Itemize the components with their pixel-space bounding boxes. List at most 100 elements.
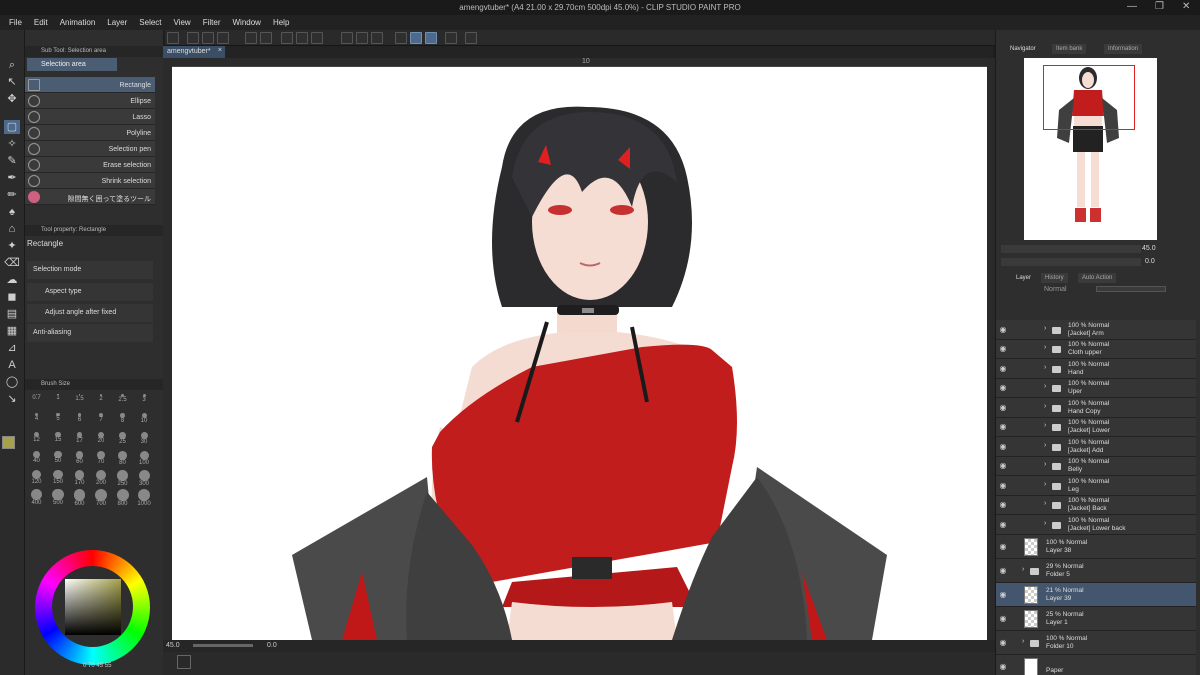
brush-size-preset[interactable]: 2: [94, 394, 109, 409]
brush-size-preset[interactable]: 250: [115, 470, 130, 487]
menu-edit[interactable]: Edit: [34, 18, 48, 27]
visibility-eye-icon[interactable]: ◉: [998, 325, 1008, 335]
zoom-readout[interactable]: 45.0: [166, 642, 180, 649]
decoration-tool-icon[interactable]: ✦: [4, 239, 20, 253]
expand-folder-chevron-icon[interactable]: ›: [1044, 422, 1046, 429]
brush-size-preset[interactable]: 300: [137, 470, 152, 487]
airbrush-tool-icon[interactable]: ⌂: [4, 222, 20, 236]
main-color-swatch[interactable]: [2, 436, 15, 449]
blend-mode-select[interactable]: Normal: [1044, 286, 1067, 293]
brush-size-preset[interactable]: 1.5: [72, 394, 87, 409]
loading-icon[interactable]: [281, 32, 293, 44]
layer-row[interactable]: ◉ Paper: [996, 654, 1196, 675]
layer-row[interactable]: ◉ › 100 % Normal Folder 10: [996, 630, 1196, 655]
brush-size-preset[interactable]: 2.5: [115, 394, 130, 409]
brush-size-preset[interactable]: 800: [115, 489, 130, 507]
navigator-zoom-slider[interactable]: [1001, 245, 1141, 253]
canvas[interactable]: [172, 67, 987, 640]
brush-size-preset[interactable]: 17: [72, 432, 87, 447]
brush-size-preset[interactable]: 120: [29, 470, 44, 485]
brush-size-preset[interactable]: 400: [29, 489, 44, 506]
subtool-selection-pen[interactable]: Selection pen: [25, 141, 155, 157]
layer-row[interactable]: ◉ 21 % Normal Layer 39: [996, 582, 1196, 607]
visibility-eye-icon[interactable]: ◉: [998, 461, 1008, 471]
menu-file[interactable]: File: [9, 18, 22, 27]
menu-layer[interactable]: Layer: [107, 18, 127, 27]
visibility-eye-icon[interactable]: ◉: [998, 481, 1008, 491]
invert-selection-icon[interactable]: [356, 32, 368, 44]
menu-animation[interactable]: Animation: [60, 18, 96, 27]
layer-row[interactable]: ◉ › 100 % Normal [Jacket] Lower back: [996, 515, 1196, 535]
figure-tool-icon[interactable]: ▦: [4, 324, 20, 338]
new-icon[interactable]: [187, 32, 199, 44]
aspect-type-row[interactable]: Aspect type: [27, 283, 153, 301]
text-tool-icon[interactable]: A: [4, 358, 20, 372]
expand-folder-chevron-icon[interactable]: ›: [1022, 638, 1024, 645]
visibility-eye-icon[interactable]: ◉: [998, 520, 1008, 530]
close-window-button[interactable]: ✕: [1182, 1, 1190, 12]
color-saturation-square[interactable]: [65, 579, 121, 635]
subtool-enclose-fill[interactable]: 隙間無く囲って塗るツール: [25, 189, 155, 205]
brush-size-preset[interactable]: 20: [94, 432, 109, 447]
expand-folder-chevron-icon[interactable]: ›: [1044, 403, 1046, 410]
pen-tool-icon[interactable]: ✒: [4, 171, 20, 185]
document-tab[interactable]: amengvtuber* ×: [163, 46, 225, 58]
layer-row[interactable]: ◉ 100 % Normal Layer 38: [996, 534, 1196, 559]
save-icon[interactable]: [217, 32, 229, 44]
operation-tool-icon[interactable]: ↖: [4, 75, 20, 89]
visibility-eye-icon[interactable]: ◉: [998, 383, 1008, 393]
layer-row[interactable]: ◉ › 100 % Normal Uper: [996, 378, 1196, 398]
layer-row[interactable]: ◉ › 100 % Normal Cloth upper: [996, 339, 1196, 359]
brush-size-preset[interactable]: 150: [51, 470, 66, 485]
eraser-tool-icon[interactable]: ⌫: [4, 256, 20, 270]
tab-item-bank[interactable]: Item bank: [1052, 44, 1087, 54]
settings-icon[interactable]: [445, 32, 457, 44]
layer-row[interactable]: ◉ › 100 % Normal Leg: [996, 476, 1196, 496]
brush-size-preset[interactable]: 10: [137, 413, 152, 428]
brush-size-preset[interactable]: 200: [94, 470, 109, 486]
expand-folder-chevron-icon[interactable]: ›: [1044, 461, 1046, 468]
clear-icon[interactable]: [296, 32, 308, 44]
visibility-eye-icon[interactable]: ◉: [998, 638, 1008, 648]
gradient-tool-icon[interactable]: ▤: [4, 307, 20, 321]
tab-information[interactable]: Information: [1104, 44, 1143, 54]
tab-auto-action[interactable]: Auto Action: [1078, 273, 1117, 283]
undo-icon[interactable]: [245, 32, 257, 44]
menu-view[interactable]: View: [174, 18, 191, 27]
brush-size-preset[interactable]: 6: [72, 413, 87, 428]
menu-select[interactable]: Select: [139, 18, 161, 27]
correct-line-tool-icon[interactable]: ↘: [4, 392, 20, 406]
brush-size-preset[interactable]: 30: [137, 432, 152, 447]
visibility-eye-icon[interactable]: ◉: [998, 344, 1008, 354]
tab-layer[interactable]: Layer: [1012, 273, 1036, 283]
brush-size-preset[interactable]: 40: [29, 451, 44, 466]
expand-folder-chevron-icon[interactable]: ›: [1044, 344, 1046, 351]
visibility-eye-icon[interactable]: ◉: [998, 403, 1008, 413]
blend-tool-icon[interactable]: ☁: [4, 273, 20, 287]
visibility-eye-icon[interactable]: ◉: [998, 614, 1008, 624]
move-tool-icon[interactable]: ✥: [4, 92, 20, 106]
redo-icon[interactable]: [260, 32, 272, 44]
visibility-eye-icon[interactable]: ◉: [998, 662, 1008, 672]
anti-aliasing-row[interactable]: Anti-aliasing: [27, 324, 153, 342]
brush-size-preset[interactable]: 1: [51, 394, 66, 409]
canvas-vertical-scrollbar[interactable]: [987, 58, 995, 640]
brush-size-preset[interactable]: 600: [72, 489, 87, 507]
layer-row[interactable]: ◉ › 100 % Normal [Jacket] Arm: [996, 320, 1196, 340]
layer-opacity-slider[interactable]: [1096, 286, 1166, 292]
expand-folder-chevron-icon[interactable]: ›: [1044, 442, 1046, 449]
show-selection-icon[interactable]: [371, 32, 383, 44]
layer-row[interactable]: ◉ › 100 % Normal [Jacket] Lower: [996, 417, 1196, 437]
layer-row[interactable]: ◉ › 100 % Normal [Jacket] Add: [996, 437, 1196, 457]
menu-help[interactable]: Help: [273, 18, 289, 27]
brush-size-preset[interactable]: 170: [72, 470, 87, 486]
restore-button[interactable]: ❐: [1155, 1, 1164, 12]
expand-folder-chevron-icon[interactable]: ›: [1044, 325, 1046, 332]
brush-size-preset[interactable]: 60: [72, 451, 87, 466]
expand-folder-chevron-icon[interactable]: ›: [1044, 364, 1046, 371]
subtool-rectangle[interactable]: Rectangle: [25, 77, 155, 93]
help-icon[interactable]: [465, 32, 477, 44]
zoom-slider[interactable]: [193, 644, 253, 647]
adjust-angle-row[interactable]: Adjust angle after fixed: [27, 304, 153, 322]
layer-row[interactable]: ◉ › 100 % Normal Hand Copy: [996, 398, 1196, 418]
